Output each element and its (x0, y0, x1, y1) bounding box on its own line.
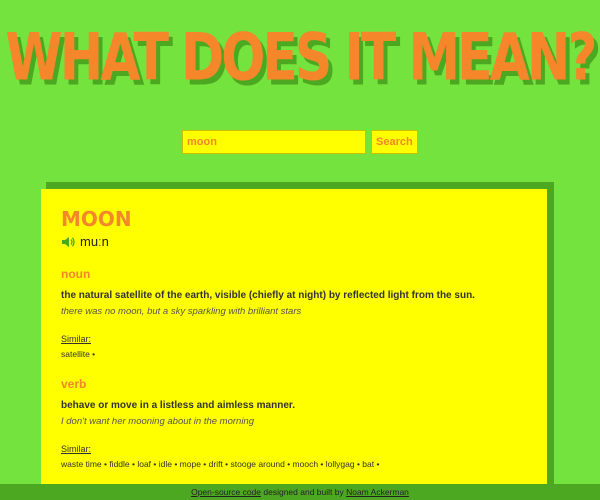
speaker-icon[interactable] (61, 236, 75, 248)
part-of-speech: noun (61, 267, 91, 281)
footer: Open-source code designed and built by N… (0, 484, 600, 500)
author-link[interactable]: Noam Ackerman (346, 487, 409, 497)
search-form: Search (182, 130, 418, 154)
phonetic-row: muːn (61, 234, 527, 249)
meaning-noun: noun the natural satellite of the earth,… (61, 267, 527, 359)
search-input[interactable] (182, 130, 366, 154)
definition-text: the natural satellite of the earth, visi… (61, 290, 475, 301)
meaning-verb: verb behave or move in a listless and ai… (61, 377, 527, 469)
result-card: MOON muːn noun the natural satellite of … (41, 189, 547, 500)
similar-list: satellite • (61, 349, 96, 359)
footer-text: designed and built by (261, 487, 347, 497)
similar-list: waste time • fiddle • loaf • idle • mope… (61, 459, 380, 469)
example-text: I don't want her mooning about in the mo… (61, 416, 254, 427)
phonetic-text: muːn (80, 234, 109, 249)
page: WHAT DOES IT MEAN? Search MOON muːn noun… (0, 0, 600, 500)
word-heading: MOON (61, 207, 132, 231)
source-code-link[interactable]: Open-source code (191, 487, 261, 497)
definition-text: behave or move in a listless and aimless… (61, 400, 295, 411)
similar-label: Similar: (61, 444, 92, 454)
example-text: there was no moon, but a sky sparkling w… (61, 306, 302, 317)
part-of-speech: verb (61, 377, 87, 391)
page-title: WHAT DOES IT MEAN? (5, 20, 597, 96)
similar-label: Similar: (61, 334, 92, 344)
search-button[interactable]: Search (371, 130, 418, 154)
